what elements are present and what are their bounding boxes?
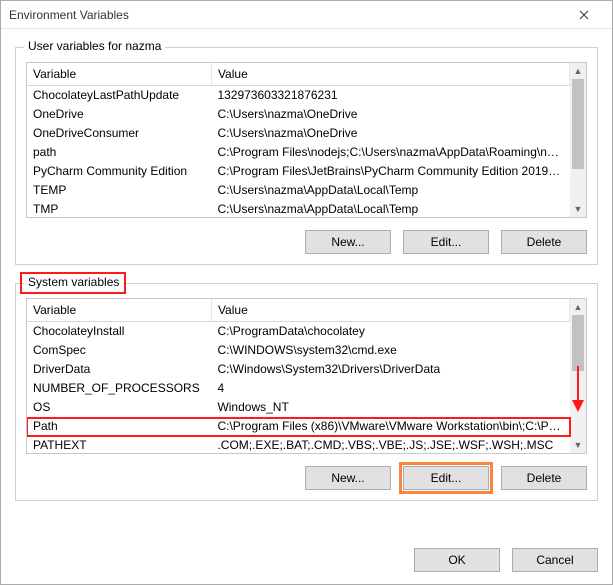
table-row[interactable]: DriverDataC:\Windows\System32\Drivers\Dr… <box>27 360 570 379</box>
system-edit-button[interactable]: Edit... <box>403 466 489 490</box>
table-row[interactable]: PyCharm Community EditionC:\Program File… <box>27 162 570 181</box>
table-row[interactable]: pathC:\Program Files\nodejs;C:\Users\naz… <box>27 143 570 162</box>
table-row[interactable]: OneDriveC:\Users\nazma\OneDrive <box>27 105 570 124</box>
system-new-button[interactable]: New... <box>305 466 391 490</box>
table-row[interactable]: ChocolateyLastPathUpdate1329736033218762… <box>27 86 570 105</box>
user-buttons-row: New... Edit... Delete <box>26 230 587 254</box>
user-new-button[interactable]: New... <box>305 230 391 254</box>
dialog-content: User variables for nazma Variable Value … <box>1 29 612 538</box>
table-row[interactable]: PathC:\Program Files (x86)\VMware\VMware… <box>27 417 570 436</box>
system-delete-button[interactable]: Delete <box>501 466 587 490</box>
table-row[interactable]: NUMBER_OF_PROCESSORS4 <box>27 379 570 398</box>
table-row[interactable]: TMPC:\Users\nazma\AppData\Local\Temp <box>27 200 570 218</box>
titlebar: Environment Variables <box>1 1 612 29</box>
close-icon[interactable] <box>564 4 604 26</box>
scroll-down-icon[interactable]: ▼ <box>570 201 586 217</box>
table-row[interactable]: OSWindows_NT <box>27 398 570 417</box>
col-header-variable[interactable]: Variable <box>27 299 211 322</box>
scroll-thumb[interactable] <box>572 79 584 169</box>
table-row[interactable]: ChocolateyInstallC:\ProgramData\chocolat… <box>27 322 570 341</box>
table-row[interactable]: OneDriveConsumerC:\Users\nazma\OneDrive <box>27 124 570 143</box>
user-variables-legend: User variables for nazma <box>24 39 165 53</box>
user-delete-button[interactable]: Delete <box>501 230 587 254</box>
system-variables-list[interactable]: Variable Value ChocolateyInstallC:\Progr… <box>26 298 587 454</box>
scroll-up-icon[interactable]: ▲ <box>570 299 586 315</box>
dialog-buttons: OK Cancel <box>1 538 612 584</box>
window-title: Environment Variables <box>9 1 129 29</box>
table-row[interactable]: TEMPC:\Users\nazma\AppData\Local\Temp <box>27 181 570 200</box>
system-variables-group: System variables Variable Value Chocolat… <box>15 283 598 501</box>
ok-button[interactable]: OK <box>414 548 500 572</box>
user-variables-group: User variables for nazma Variable Value … <box>15 47 598 265</box>
user-scrollbar[interactable]: ▲ ▼ <box>570 63 586 217</box>
system-scrollbar[interactable]: ▲ ▼ <box>570 299 586 453</box>
scroll-down-icon[interactable]: ▼ <box>570 437 586 453</box>
cancel-button[interactable]: Cancel <box>512 548 598 572</box>
user-variables-list[interactable]: Variable Value ChocolateyLastPathUpdate1… <box>26 62 587 218</box>
system-buttons-row: New... Edit... Delete <box>26 466 587 490</box>
scroll-up-icon[interactable]: ▲ <box>570 63 586 79</box>
system-variables-legend: System variables <box>24 275 123 289</box>
scroll-thumb[interactable] <box>572 315 584 371</box>
col-header-value[interactable]: Value <box>211 63 569 86</box>
col-header-variable[interactable]: Variable <box>27 63 211 86</box>
col-header-value[interactable]: Value <box>211 299 569 322</box>
table-row[interactable]: PATHEXT.COM;.EXE;.BAT;.CMD;.VBS;.VBE;.JS… <box>27 436 570 454</box>
user-edit-button[interactable]: Edit... <box>403 230 489 254</box>
table-row[interactable]: ComSpecC:\WINDOWS\system32\cmd.exe <box>27 341 570 360</box>
env-vars-dialog: Environment Variables User variables for… <box>0 0 613 585</box>
